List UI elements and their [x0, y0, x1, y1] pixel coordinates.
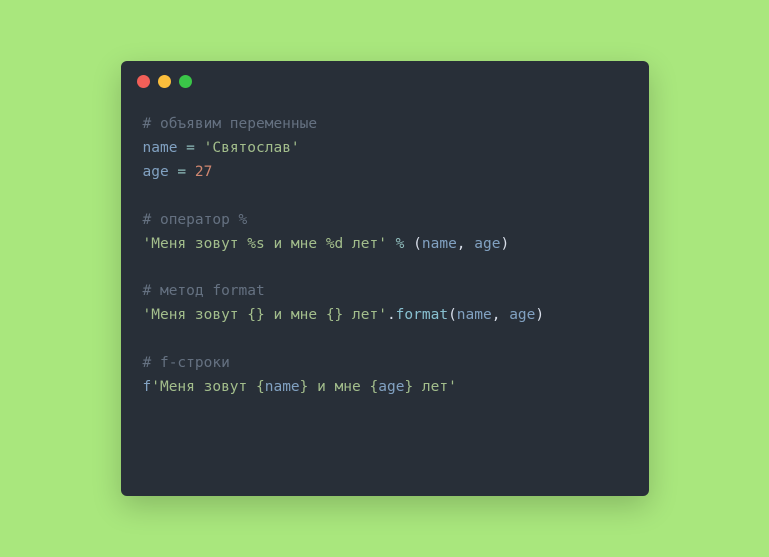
code-line: # оператор % [143, 209, 627, 233]
variable: age [143, 164, 169, 180]
paren: ( [413, 236, 422, 252]
code-line-blank [143, 185, 627, 209]
code-line-blank [143, 328, 627, 352]
code-line: age = 27 [143, 161, 627, 185]
string: 'Меня зовут %s и мне %d лет' [143, 236, 387, 252]
paren: ( [448, 307, 457, 323]
variable: name [422, 236, 457, 252]
operator: = [177, 140, 203, 156]
string: 'Меня зовут { [151, 379, 265, 395]
variable: name [265, 379, 300, 395]
maximize-icon[interactable] [179, 75, 192, 88]
string: } и мне { [300, 379, 379, 395]
code-line: # f-строки [143, 352, 627, 376]
comment: # f-строки [143, 355, 230, 371]
variable: name [143, 140, 178, 156]
code-line: 'Меня зовут {} и мне {} лет'.format(name… [143, 304, 627, 328]
code-line: f'Меня зовут {name} и мне {age} лет' [143, 376, 627, 400]
space [387, 236, 396, 252]
code-line-blank [143, 257, 627, 281]
variable: age [378, 379, 404, 395]
variable: name [457, 307, 492, 323]
code-line: name = 'Святослав' [143, 137, 627, 161]
comma: , [457, 236, 474, 252]
code-line: # метод format [143, 280, 627, 304]
comment: # метод format [143, 283, 265, 299]
number: 27 [195, 164, 212, 180]
variable: age [509, 307, 535, 323]
close-icon[interactable] [137, 75, 150, 88]
minimize-icon[interactable] [158, 75, 171, 88]
paren: ) [500, 236, 509, 252]
paren: ) [535, 307, 544, 323]
string: 'Меня зовут {} и мне {} лет' [143, 307, 387, 323]
comment: # оператор % [143, 212, 248, 228]
f-prefix: f [143, 379, 152, 395]
string: 'Святослав' [204, 140, 300, 156]
code-window: # объявим переменные name = 'Святослав' … [121, 61, 649, 496]
variable: age [474, 236, 500, 252]
operator: = [169, 164, 195, 180]
code-line: # объявим переменные [143, 113, 627, 137]
space [404, 236, 413, 252]
comma: , [492, 307, 509, 323]
comment: # объявим переменные [143, 116, 318, 132]
string: } лет' [404, 379, 456, 395]
window-titlebar [121, 61, 649, 101]
code-line: 'Меня зовут %s и мне %d лет' % (name, ag… [143, 233, 627, 257]
function: format [396, 307, 448, 323]
dot: . [387, 307, 396, 323]
code-content: # объявим переменные name = 'Святослав' … [121, 101, 649, 412]
